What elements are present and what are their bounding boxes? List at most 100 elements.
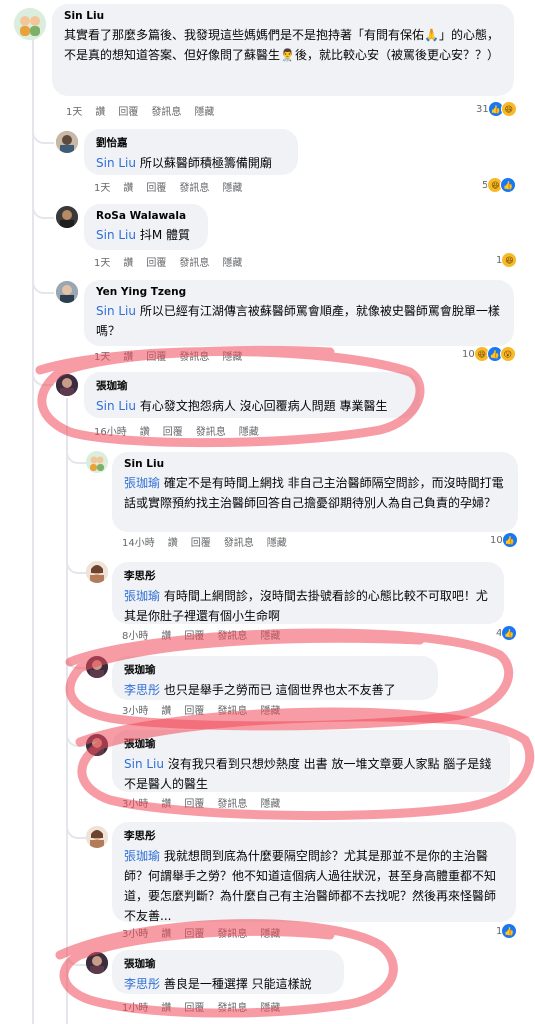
mention-link[interactable]: Sin Liu: [96, 156, 136, 170]
comment-time[interactable]: 14小時: [122, 534, 155, 549]
hide-button[interactable]: 隱藏: [222, 179, 242, 194]
mention-link[interactable]: Sin Liu: [124, 757, 164, 771]
like-button[interactable]: 讚: [140, 423, 150, 438]
hide-button[interactable]: 隱藏: [260, 702, 280, 717]
commenter-name[interactable]: 張珈瑜: [124, 956, 332, 971]
commenter-name[interactable]: Yen Ying Tzeng: [96, 286, 502, 298]
message-button[interactable]: 發訊息: [151, 103, 181, 118]
comment-time[interactable]: 3小時: [122, 925, 148, 940]
mention-link[interactable]: 李思彤: [124, 977, 160, 991]
reply-button[interactable]: 回覆: [146, 348, 166, 363]
hide-button[interactable]: 隱藏: [239, 423, 259, 438]
message-button[interactable]: 發訊息: [217, 925, 247, 940]
hide-button[interactable]: 隱藏: [267, 534, 287, 549]
reply-button[interactable]: 回覆: [184, 627, 204, 642]
hide-button[interactable]: 隱藏: [260, 925, 280, 940]
comment-text: 其實看了那麼多篇後、我發現這些媽媽們是不是抱持著「有問有保佑🙏」的心態，不是真的…: [64, 28, 499, 62]
reply-button[interactable]: 回覆: [163, 423, 183, 438]
like-button[interactable]: 讚: [161, 925, 171, 940]
reaction-summary[interactable]: 4 👍: [496, 625, 518, 641]
reaction-count: 10: [462, 348, 475, 360]
message-button[interactable]: 發訊息: [179, 179, 209, 194]
avatar[interactable]: [56, 206, 78, 228]
commenter-name[interactable]: 李思彤: [124, 568, 492, 583]
reply-button[interactable]: 回覆: [184, 702, 204, 717]
message-button[interactable]: 發訊息: [196, 423, 226, 438]
commenter-name[interactable]: 李思彤: [124, 828, 504, 843]
like-button[interactable]: 讚: [123, 254, 133, 269]
commenter-name[interactable]: 劉怡嘉: [96, 135, 286, 150]
message-button[interactable]: 發訊息: [224, 534, 254, 549]
mention-link[interactable]: 張珈瑜: [124, 476, 160, 490]
mention-link[interactable]: Sin Liu: [96, 304, 136, 318]
reaction-summary[interactable]: 31 👍 😆: [476, 101, 517, 117]
commenter-name[interactable]: RoSa Walawala: [96, 210, 196, 222]
avatar[interactable]: [56, 374, 78, 396]
comment-time[interactable]: 16小時: [94, 423, 127, 438]
avatar[interactable]: [86, 952, 108, 974]
avatar[interactable]: [86, 656, 108, 678]
mention-link[interactable]: 張珈瑜: [124, 849, 160, 863]
hide-button[interactable]: 隱藏: [260, 795, 280, 810]
comment-time[interactable]: 3小時: [122, 702, 148, 717]
reaction-summary[interactable]: 5 😆 👍: [482, 177, 517, 193]
avatar[interactable]: [56, 131, 78, 153]
message-button[interactable]: 發訊息: [217, 627, 247, 642]
like-button[interactable]: 讚: [168, 534, 178, 549]
commenter-name[interactable]: Sin Liu: [64, 10, 502, 22]
message-button[interactable]: 發訊息: [217, 795, 247, 810]
like-button[interactable]: 讚: [123, 179, 133, 194]
mention-link[interactable]: Sin Liu: [96, 228, 136, 242]
reply-button[interactable]: 回覆: [118, 103, 138, 118]
commenter-name[interactable]: 張珈瑜: [96, 378, 408, 393]
commenter-name[interactable]: 張珈瑜: [124, 736, 498, 751]
hide-button[interactable]: 隱藏: [222, 348, 242, 363]
commenter-name[interactable]: Sin Liu: [124, 458, 506, 470]
like-button[interactable]: 讚: [161, 702, 171, 717]
comment-time[interactable]: 1天: [66, 103, 82, 118]
like-button[interactable]: 讚: [161, 795, 171, 810]
avatar[interactable]: [14, 8, 46, 40]
reaction-summary[interactable]: 10 😆 👍 😮: [462, 346, 516, 362]
like-button[interactable]: 讚: [161, 627, 171, 642]
comment-text: 有時間上網問診，沒時間去掛號看診的心態比較不可取吧！尤其是你肚子裡還有個小生命啊: [124, 589, 488, 623]
reaction-summary[interactable]: 1 😆: [496, 252, 518, 268]
reaction-summary[interactable]: 10 👍: [490, 532, 518, 548]
comment-bubble: Sin Liu 張珈瑜 確定不是有時間上網找 非自己主治醫師隔空問診，而沒時間打…: [112, 452, 518, 532]
like-button[interactable]: 讚: [123, 348, 133, 363]
thread-connector: [66, 825, 86, 839]
message-button[interactable]: 發訊息: [217, 702, 247, 717]
comment-time[interactable]: 8小時: [122, 627, 148, 642]
like-button[interactable]: 讚: [95, 103, 105, 118]
reaction-summary[interactable]: 1 👍: [496, 923, 518, 939]
comment-time[interactable]: 1天: [94, 179, 110, 194]
message-button[interactable]: 發訊息: [179, 348, 209, 363]
reply-button[interactable]: 回覆: [184, 795, 204, 810]
reply-button[interactable]: 回覆: [184, 925, 204, 940]
reply-button[interactable]: 回覆: [146, 254, 166, 269]
commenter-name[interactable]: 張珈瑜: [124, 662, 426, 677]
mention-link[interactable]: Sin Liu: [96, 399, 136, 413]
comment-time[interactable]: 3小時: [122, 795, 148, 810]
avatar[interactable]: [56, 281, 78, 303]
hide-button[interactable]: 隱藏: [194, 103, 214, 118]
comment-time[interactable]: 1天: [94, 254, 110, 269]
hide-button[interactable]: 隱藏: [222, 254, 242, 269]
message-button[interactable]: 發訊息: [217, 999, 247, 1014]
avatar[interactable]: [86, 734, 108, 756]
avatar[interactable]: [86, 826, 108, 848]
mention-link[interactable]: 張珈瑜: [124, 589, 160, 603]
hide-button[interactable]: 隱藏: [260, 999, 280, 1014]
like-button[interactable]: 讚: [161, 999, 171, 1014]
mention-link[interactable]: 李思彤: [124, 683, 160, 697]
reply-button[interactable]: 回覆: [184, 999, 204, 1014]
hide-button[interactable]: 隱藏: [260, 627, 280, 642]
reply-button[interactable]: 回覆: [191, 534, 211, 549]
comment-time[interactable]: 1天: [94, 348, 110, 363]
message-button[interactable]: 發訊息: [179, 254, 209, 269]
avatar[interactable]: [86, 451, 108, 473]
comment-time[interactable]: 1小時: [122, 999, 148, 1014]
reply-button[interactable]: 回覆: [146, 179, 166, 194]
comment-text: 也只是舉手之勞而已 這個世界也太不友善了: [163, 683, 396, 697]
avatar[interactable]: [86, 561, 108, 583]
